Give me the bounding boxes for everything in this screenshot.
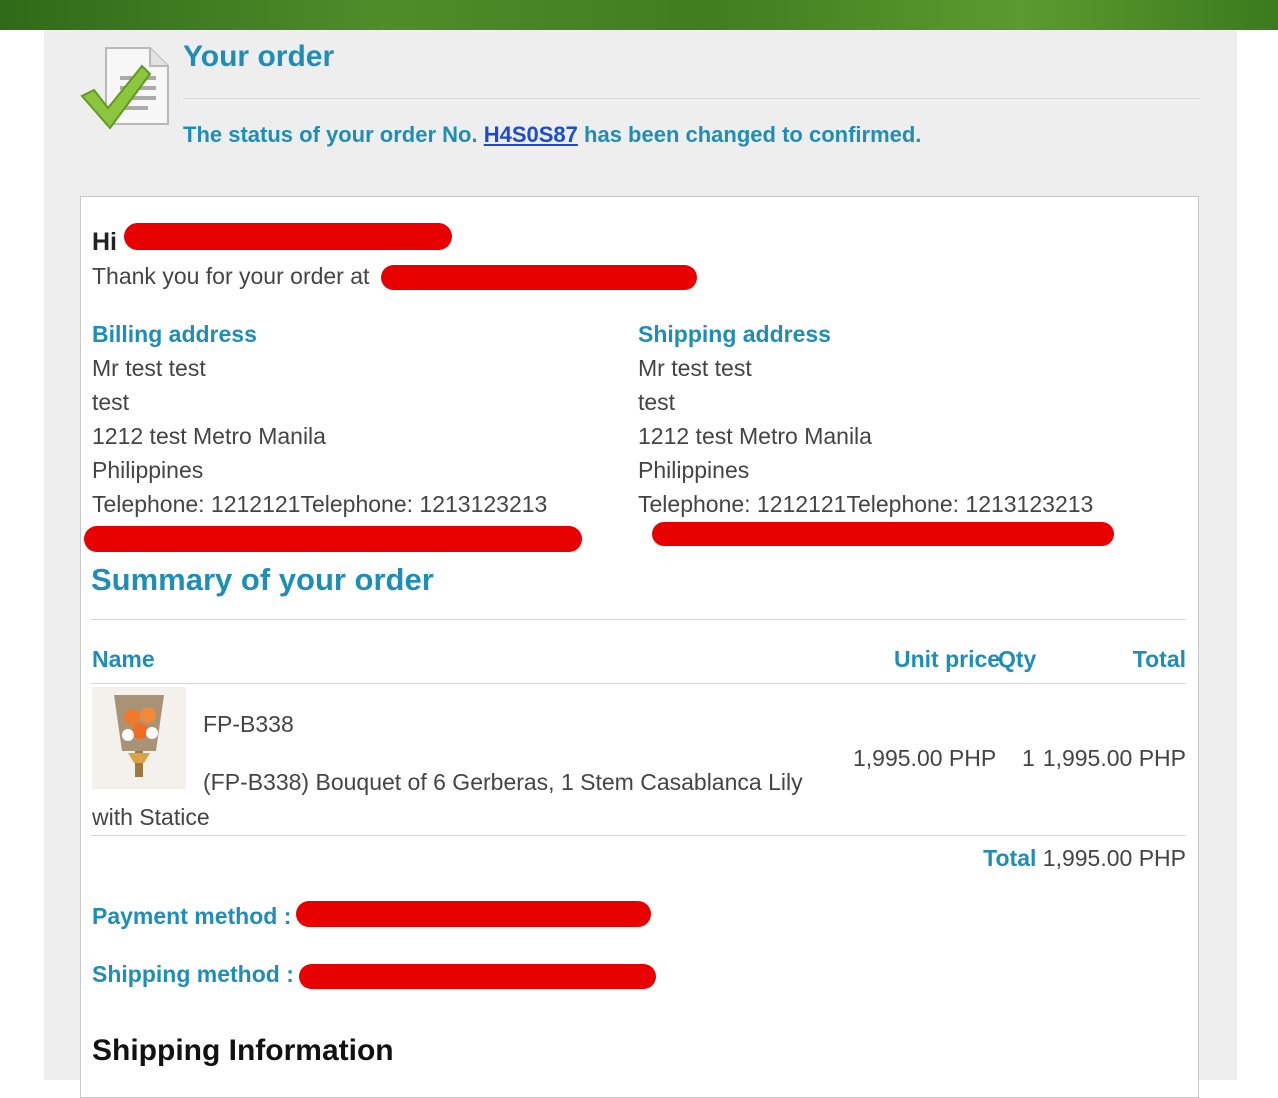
column-qty: Qty <box>998 646 1037 672</box>
product-qty: 1 <box>1022 745 1035 771</box>
billing-line-3: 1212 test Metro Manila <box>92 423 326 449</box>
redacted-customer-name <box>124 223 452 250</box>
redacted-shipping-info <box>652 522 1114 546</box>
column-unit-price: Unit price <box>894 646 1001 672</box>
product-thumbnail <box>92 687 186 789</box>
grand-total-row: Total 1,995.00 PHP <box>983 841 1186 875</box>
billing-name: Mr test test <box>92 355 206 381</box>
column-total: Total <box>1132 646 1186 672</box>
product-unit-price: 1,995.00 PHP <box>853 745 997 771</box>
title-divider <box>183 98 1200 99</box>
billing-telephone: Telephone: 1212121Telephone: 1213123213 <box>92 491 548 517</box>
order-status-message: The status of your order No. H4S0S87 has… <box>183 122 921 148</box>
redacted-store-name <box>381 265 697 290</box>
shipping-line-3: 1212 test Metro Manila <box>638 423 872 449</box>
grand-total-value: 1,995.00 PHP <box>1042 845 1186 871</box>
status-prefix: The status of your order No. <box>183 122 478 147</box>
billing-line-2: test <box>92 389 130 415</box>
item-divider <box>91 835 1186 836</box>
billing-country: Philippines <box>92 457 204 483</box>
summary-heading: Summary of your order <box>91 562 434 597</box>
shipping-address-block: Mr test test test 1212 test Metro Manila… <box>638 351 1093 521</box>
shipping-line-2: test <box>638 389 676 415</box>
thank-you-text: Thank you for your order at <box>92 263 370 289</box>
table-header-divider <box>91 683 1186 684</box>
billing-address-heading: Billing address <box>92 321 257 347</box>
grand-total-label: Total <box>983 845 1037 871</box>
summary-divider <box>91 619 1186 620</box>
top-banner <box>0 0 1278 30</box>
shipping-address-heading: Shipping address <box>638 321 831 347</box>
billing-address-block: Mr test test test 1212 test Metro Manila… <box>92 351 547 521</box>
redacted-billing-info <box>84 526 582 552</box>
status-suffix: has been changed to confirmed. <box>584 122 922 147</box>
product-sku: FP-B338 <box>203 711 294 737</box>
shipping-country: Philippines <box>638 457 750 483</box>
payment-method-label: Payment method : <box>92 903 292 929</box>
greeting-hi: Hi <box>92 228 117 256</box>
redacted-payment-method <box>296 901 651 927</box>
redacted-shipping-method <box>299 964 656 989</box>
shipping-name: Mr test test <box>638 355 752 381</box>
product-description: (FP-B338) Bouquet of 6 Gerberas, 1 Stem … <box>203 769 803 795</box>
page-title: Your order <box>183 40 335 73</box>
column-name: Name <box>92 646 155 672</box>
product-description-cont: with Statice <box>92 804 210 830</box>
product-total: 1,995.00 PHP <box>1042 745 1186 771</box>
order-number-link[interactable]: H4S0S87 <box>484 122 578 147</box>
shipping-information-heading: Shipping Information <box>92 1034 394 1067</box>
shipping-method-label: Shipping method : <box>92 961 294 987</box>
shipping-telephone: Telephone: 1212121Telephone: 1213123213 <box>638 491 1094 517</box>
order-confirmed-icon <box>80 47 169 130</box>
